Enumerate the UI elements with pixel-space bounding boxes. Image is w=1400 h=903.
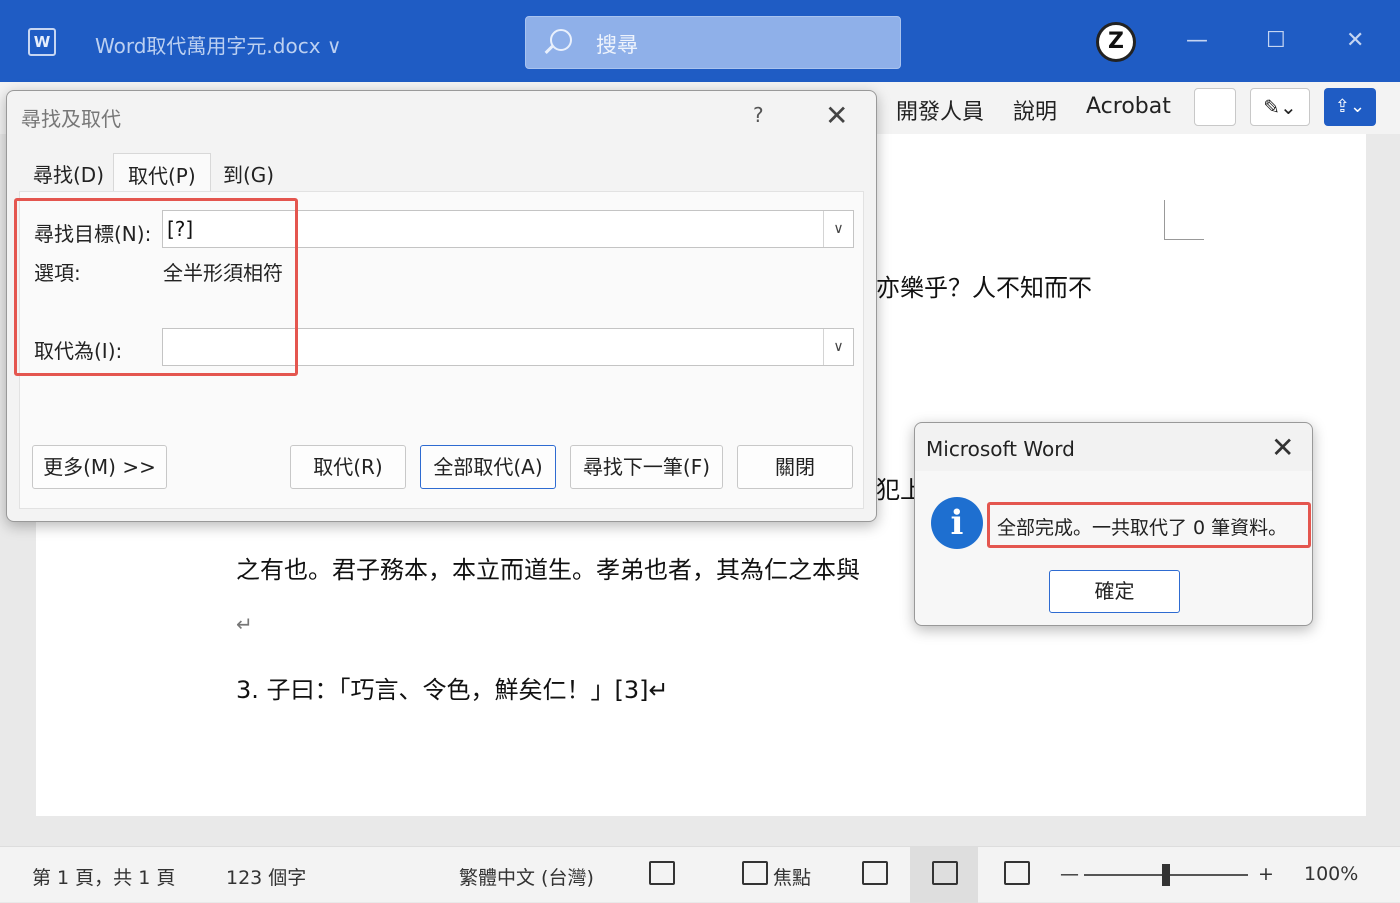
zoom-out-button[interactable]: — xyxy=(1060,863,1079,885)
title-bar: W Word取代萬用字元.docx ∨ 搜尋 Z — ☐ ✕ xyxy=(0,0,1400,82)
maximize-button[interactable]: ☐ xyxy=(1266,28,1286,53)
close-window-button[interactable]: ✕ xyxy=(1346,28,1364,53)
status-bar: 第 1 頁，共 1 頁 123 個字 繁體中文 (台灣) 焦點 — + 100% xyxy=(0,846,1400,903)
zz-logo-icon[interactable]: Z xyxy=(1096,22,1136,62)
search-box[interactable]: 搜尋 xyxy=(525,16,901,69)
focus-icon[interactable] xyxy=(742,861,768,885)
message-box-close-button[interactable]: ✕ xyxy=(1271,431,1294,464)
accessibility-icon[interactable] xyxy=(649,861,675,885)
paragraph-mark: ↵ xyxy=(236,612,253,636)
focus-label[interactable]: 焦點 xyxy=(773,863,811,890)
more-button[interactable]: 更多(M) >> xyxy=(32,445,167,489)
message-box-title: Microsoft Word xyxy=(926,437,1075,461)
zoom-slider-thumb[interactable] xyxy=(1162,864,1170,886)
help-button[interactable]: ? xyxy=(753,103,764,127)
ok-button[interactable]: 確定 xyxy=(1049,570,1180,613)
document-title[interactable]: Word取代萬用字元.docx ∨ xyxy=(95,30,342,59)
tab-help[interactable]: 說明 xyxy=(1013,94,1057,126)
document-line-3: 之有也。君子務本，本立而道生。孝弟也者，其為仁之本與 xyxy=(236,556,860,584)
word-count[interactable]: 123 個字 xyxy=(226,863,306,890)
dialog-close-button[interactable]: ✕ xyxy=(825,99,848,132)
search-icon xyxy=(550,29,572,51)
tab-replace[interactable]: 取代(P) xyxy=(113,153,211,191)
margin-marker xyxy=(1164,200,1204,240)
close-button[interactable]: 關閉 xyxy=(737,445,853,489)
minimize-button[interactable]: — xyxy=(1186,28,1208,53)
comment-icon[interactable] xyxy=(1194,88,1236,126)
chevron-down-icon[interactable]: ∨ xyxy=(823,211,853,247)
word-icon[interactable]: W xyxy=(28,28,56,56)
editing-pen-icon[interactable]: ✎⌄ xyxy=(1250,88,1310,126)
tab-find[interactable]: 尋找(D) xyxy=(19,153,118,191)
replace-button[interactable]: 取代(R) xyxy=(290,445,406,489)
language-status[interactable]: 繁體中文 (台灣) xyxy=(459,863,594,890)
highlight-box-find-fields xyxy=(14,198,298,376)
replace-all-button[interactable]: 全部取代(A) xyxy=(420,445,556,489)
document-line-1: 亦樂乎？人不知而不 xyxy=(876,274,1092,302)
tab-acrobat[interactable]: Acrobat xyxy=(1086,94,1171,119)
document-line-4: 3. 子曰：「巧言、令色，鮮矣仁！」[3]↵ xyxy=(236,676,669,704)
page-count[interactable]: 第 1 頁，共 1 頁 xyxy=(32,863,175,890)
dialog-title: 尋找及取代 xyxy=(21,107,121,131)
info-icon: i xyxy=(931,497,983,549)
read-mode-icon[interactable] xyxy=(862,861,888,885)
zoom-level[interactable]: 100% xyxy=(1304,863,1358,885)
print-layout-icon[interactable] xyxy=(932,861,958,885)
tab-goto[interactable]: 到(G) xyxy=(209,153,288,191)
search-placeholder: 搜尋 xyxy=(596,33,638,57)
find-next-button[interactable]: 尋找下一筆(F) xyxy=(570,445,723,489)
web-layout-icon[interactable] xyxy=(1004,861,1030,885)
share-icon[interactable]: ⇪⌄ xyxy=(1324,88,1376,126)
highlight-box-message xyxy=(987,502,1311,548)
zoom-in-button[interactable]: + xyxy=(1258,863,1274,885)
chevron-down-icon[interactable]: ∨ xyxy=(823,329,853,365)
tab-developer[interactable]: 開發人員 xyxy=(896,94,984,126)
